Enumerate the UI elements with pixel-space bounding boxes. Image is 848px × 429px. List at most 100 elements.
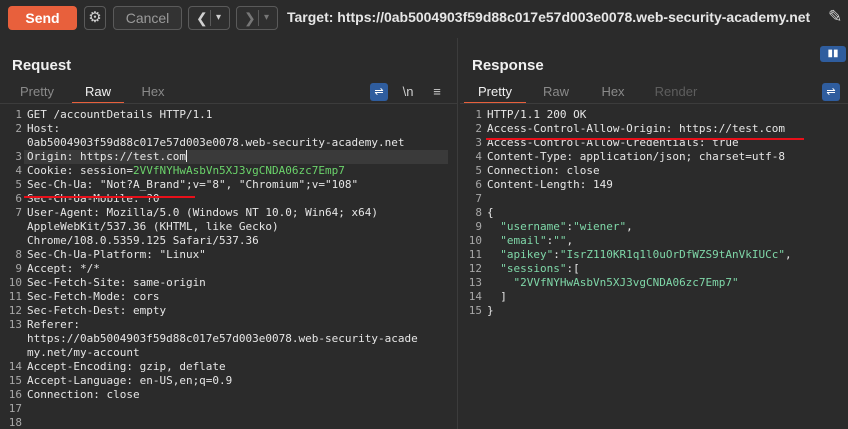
code-token: User-Agent: Mozilla/5.0 (Windows NT 10.0…: [27, 206, 378, 219]
wrap-lines-icon[interactable]: ⇌: [370, 83, 388, 101]
code-token: Content-Length: 149: [487, 178, 613, 191]
code-line: Sec-Fetch-Site: same-origin: [27, 276, 206, 290]
code-line: Origin: https://test.com: [27, 150, 187, 164]
chevron-left-icon: ❮: [196, 10, 208, 26]
line-number: 9: [475, 220, 482, 233]
code-token: GET /accountDetails HTTP/1.1: [27, 108, 213, 121]
code-line: "username":"wiener",: [487, 220, 633, 234]
code-line: HTTP/1.1 200 OK: [487, 108, 586, 122]
line-number: 6: [475, 178, 482, 191]
tab-raw[interactable]: Raw: [72, 82, 124, 104]
line-number: 11: [8, 290, 22, 303]
code-line: Referer:: [27, 318, 80, 332]
code-token: :[: [566, 262, 580, 275]
code-token: "wiener": [573, 220, 627, 233]
code-token: "username": [500, 220, 567, 233]
line-number: 6: [15, 192, 22, 205]
line-number: [0, 346, 22, 360]
line-number: 7: [15, 206, 22, 219]
line-number: 15: [8, 374, 22, 387]
request-title: Request: [12, 57, 72, 74]
caret-down-icon[interactable]: ▾: [216, 7, 221, 29]
tab-hex[interactable]: Hex: [132, 82, 174, 102]
newline-toggle[interactable]: \n: [398, 83, 418, 101]
code-token: Content-Type: application/json; charset=…: [487, 150, 786, 163]
code-token: Accept: */*: [27, 262, 100, 275]
code-line: Content-Type: application/json; charset=…: [487, 150, 785, 164]
code-token: Connection: close: [27, 388, 140, 401]
pencil-icon[interactable]: ✎: [828, 7, 842, 27]
caret-down-icon[interactable]: ▾: [264, 7, 269, 29]
wrap-lines-icon[interactable]: ⇌: [822, 83, 840, 101]
code-line: Sec-Ch-Ua-Platform: "Linux": [27, 248, 206, 262]
tab-hex[interactable]: Hex: [592, 82, 634, 102]
forward-button[interactable]: ❯ ▾: [236, 6, 278, 30]
code-token: "IsrZ110KR1q1l0uOrDfWZS9tAnVkIUCc": [559, 248, 786, 261]
code-token: AppleWebKit/537.36 (KHTML, like Gecko): [27, 220, 279, 233]
code-line: "email":"",: [487, 234, 573, 248]
code-line: Connection: close: [27, 388, 140, 402]
code-token: Sec-Ch-Ua: "Not?A_Brand";v="8", "Chromiu…: [27, 178, 359, 191]
split-layout-icon[interactable]: ▮▮: [820, 46, 846, 62]
hamburger-icon[interactable]: ≡: [428, 83, 446, 101]
code-line: Content-Length: 149: [487, 178, 613, 192]
code-line: Accept-Encoding: gzip, deflate: [27, 360, 226, 374]
line-number: 7: [475, 192, 482, 205]
code-token: "apikey": [500, 248, 554, 261]
code-line: "apikey":"IsrZ110KR1q1l0uOrDfWZS9tAnVkIU…: [487, 248, 792, 262]
send-button[interactable]: Send: [8, 6, 77, 30]
response-title: Response: [472, 57, 544, 74]
code-token: "2VVfNYHwAsbVn5XJ3vgCNDA06zc7Emp7": [513, 276, 739, 289]
code-line: Cookie: session=2VVfNYHwAsbVn5XJ3vgCNDA0…: [27, 164, 345, 178]
tab-pretty[interactable]: Pretty: [12, 82, 62, 102]
line-number: 14: [468, 290, 482, 303]
request-pane: Request Pretty Raw Hex ⇌ \n ≡ 1 GET /acco…: [0, 38, 458, 429]
line-number: 5: [15, 178, 22, 191]
response-pane: ▮▮ Response Pretty Raw Hex Render ⇌ 1 HTT…: [460, 38, 848, 429]
red-underline-origin: [24, 196, 195, 198]
code-line: Accept-Language: en-US,en;q=0.9: [27, 374, 232, 388]
code-token: Sec-Fetch-Site: same-origin: [27, 276, 206, 289]
code-token: ,: [626, 220, 633, 233]
code-line: Host:: [27, 122, 60, 136]
toolbar: Send ⚙ Cancel ❮ ▾ ❯ ▾ Target: https://0a…: [0, 0, 848, 36]
line-number: 13: [8, 318, 22, 331]
code-token: Accept-Language: en-US,en;q=0.9: [27, 374, 233, 387]
code-token: ,: [785, 248, 792, 261]
gear-icon: ⚙: [88, 9, 102, 26]
code-line: Access-Control-Allow-Origin: https://tes…: [487, 122, 785, 136]
line-number: 1: [475, 108, 482, 121]
code-line: Sec-Ch-Ua-Mobile: ?0: [27, 192, 159, 206]
code-token: my.net/my-account: [27, 346, 140, 359]
line-number: 2: [15, 122, 22, 135]
code-token: Sec-Ch-Ua-Platform: "Linux": [27, 248, 206, 261]
code-line: User-Agent: Mozilla/5.0 (Windows NT 10.0…: [27, 206, 378, 220]
line-number: 10: [468, 234, 482, 247]
code-token: Sec-Fetch-Mode: cors: [27, 290, 160, 303]
code-token: Access-Control-Allow-Origin: https://tes…: [487, 122, 786, 135]
settings-button[interactable]: ⚙: [84, 6, 106, 30]
code-line: }: [487, 304, 494, 318]
code-token: Chrome/108.0.5359.125 Safari/537.36: [27, 234, 259, 247]
line-number: 3: [475, 136, 482, 149]
code-line: GET /accountDetails HTTP/1.1: [27, 108, 212, 122]
cancel-button[interactable]: Cancel: [113, 6, 182, 30]
tab-pretty[interactable]: Pretty: [464, 82, 526, 104]
code-line: AppleWebKit/537.36 (KHTML, like Gecko): [27, 220, 279, 234]
tab-raw[interactable]: Raw: [534, 82, 578, 102]
code-token: :: [553, 248, 560, 261]
code-line: Connection: close: [487, 164, 600, 178]
code-line: "2VVfNYHwAsbVn5XJ3vgCNDA06zc7Emp7": [487, 276, 739, 290]
code-line: Accept: */*: [27, 262, 100, 276]
code-line: https://0ab5004903f59d88c017e57d003e0078…: [27, 332, 418, 346]
back-button[interactable]: ❮ ▾: [188, 6, 230, 30]
code-token: https://0ab5004903f59d88c017e57d003e0078…: [27, 332, 418, 345]
line-number: 10: [8, 276, 22, 289]
code-token: "sessions": [500, 262, 567, 275]
code-token: {: [487, 206, 494, 219]
tab-render[interactable]: Render: [646, 82, 706, 102]
